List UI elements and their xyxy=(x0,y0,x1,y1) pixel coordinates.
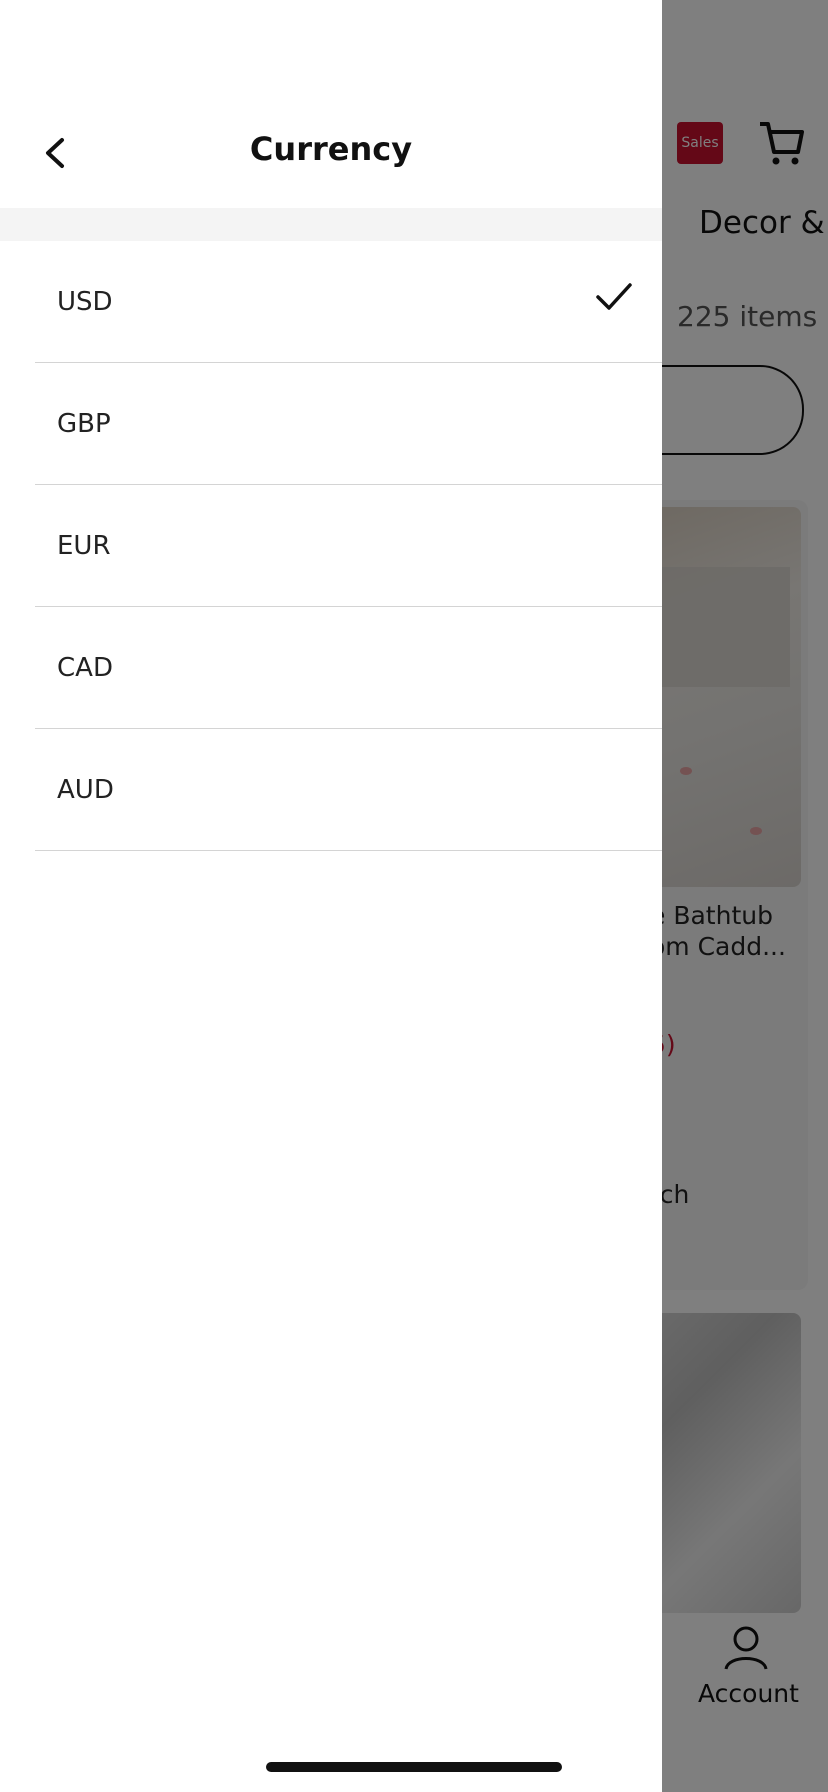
currency-drawer: Currency USD GBP EUR CAD AUD xyxy=(0,0,662,1792)
currency-code: GBP xyxy=(57,408,111,439)
section-divider xyxy=(0,208,662,241)
currency-code: EUR xyxy=(57,530,111,561)
currency-list: USD GBP EUR CAD AUD xyxy=(0,241,662,851)
currency-option-eur[interactable]: EUR xyxy=(35,485,662,607)
currency-code: CAD xyxy=(57,652,113,683)
checkmark-icon xyxy=(596,283,632,310)
home-indicator xyxy=(266,1762,562,1772)
currency-option-aud[interactable]: AUD xyxy=(35,729,662,851)
currency-code: AUD xyxy=(57,774,114,805)
currency-option-cad[interactable]: CAD xyxy=(35,607,662,729)
currency-code: USD xyxy=(57,286,113,317)
page-title: Currency xyxy=(249,130,413,168)
currency-option-gbp[interactable]: GBP xyxy=(35,363,662,485)
drawer-header: Currency xyxy=(0,100,662,206)
currency-option-usd[interactable]: USD xyxy=(35,241,662,363)
